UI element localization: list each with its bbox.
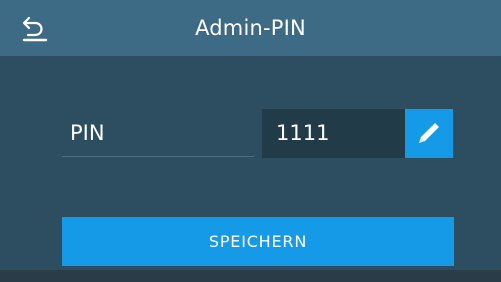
header-bar: Admin-PIN <box>0 0 501 56</box>
page-title: Admin-PIN <box>195 16 306 40</box>
pin-input[interactable]: 1111 <box>262 109 405 158</box>
undo-arrow-icon <box>20 14 50 42</box>
bottom-strip <box>0 270 501 282</box>
back-button[interactable] <box>20 14 50 42</box>
pin-label-underline <box>62 156 254 157</box>
edit-pin-button[interactable] <box>405 109 453 158</box>
pin-label: PIN <box>70 121 105 145</box>
save-button[interactable]: SPEICHERN <box>62 217 454 266</box>
admin-pin-screen: Admin-PIN PIN 1111 SPEICHERN <box>0 0 501 282</box>
